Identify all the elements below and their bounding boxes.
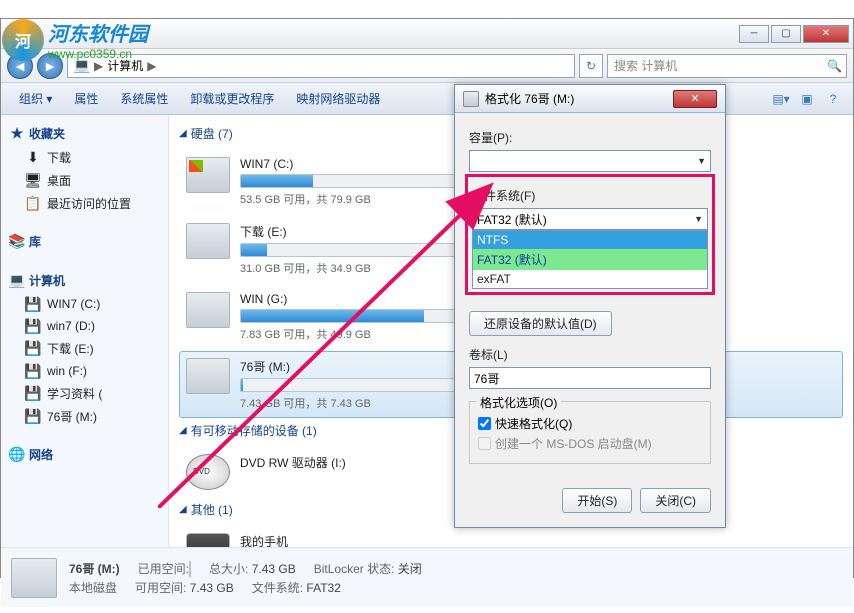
capacity-label: 容量(P): — [469, 129, 711, 146]
help-icon[interactable]: ? — [821, 87, 845, 111]
search-icon: 🔍 — [827, 59, 842, 73]
drive-icon: 💾 — [25, 318, 41, 334]
watermark-title: 河东软件园 — [48, 18, 148, 47]
dialog-close-button[interactable]: ✕ — [673, 90, 717, 108]
option-ntfs[interactable]: NTFS — [473, 231, 707, 249]
dialog-icon — [463, 91, 479, 107]
computer-icon: 💻 — [9, 273, 25, 289]
watermark-logo-icon: 河 — [2, 19, 44, 61]
format-options-group: 格式化选项(O) 快速格式化(Q) 创建一个 MS-DOS 启动盘(M) — [469, 401, 711, 464]
sidebar-item-recent[interactable]: 📋最近访问的位置 — [3, 192, 166, 215]
format-dialog: 格式化 76哥 (M:) ✕ 容量(P): ▼ 文件系统(F) FAT32 (默… — [454, 84, 726, 528]
volume-input[interactable] — [469, 367, 711, 389]
download-icon: ⬇ — [25, 150, 41, 166]
close-button[interactable]: 关闭(C) — [640, 488, 711, 513]
drive-icon: 💾 — [25, 296, 41, 312]
filesystem-label: 文件系统(F) — [472, 187, 708, 204]
view-options-icon[interactable]: ▤▾ — [769, 87, 793, 111]
used-space-bar — [189, 561, 191, 577]
option-fat32[interactable]: FAT32 (默认) — [473, 249, 707, 270]
favorites-header[interactable]: ★收藏夹 — [3, 121, 166, 146]
desktop-icon: 🖥 — [25, 173, 41, 189]
status-name: 76哥 (M:) — [69, 560, 120, 577]
volume-label: 卷标(L) — [469, 346, 711, 363]
sidebar-item-desktop[interactable]: 🖥桌面 — [3, 169, 166, 192]
libraries-header[interactable]: 📚库 — [3, 229, 166, 254]
library-icon: 📚 — [9, 234, 25, 250]
refresh-button[interactable]: ↻ — [579, 54, 603, 78]
drive-icon — [186, 157, 230, 193]
drive-item-phone[interactable]: 我的手机 系统文件夹 — [179, 526, 843, 547]
dialog-title: 格式化 76哥 (M:) — [485, 90, 574, 107]
msdos-checkbox[interactable]: 创建一个 MS-DOS 启动盘(M) — [478, 435, 702, 452]
minimize-button[interactable]: ─ — [739, 25, 769, 43]
status-bar: 76哥 (M:) 已用空间: 总大小: 7.43 GB BitLocker 状态… — [1, 547, 853, 607]
maximize-button[interactable]: ▢ — [771, 25, 801, 43]
capacity-bar — [240, 309, 460, 323]
computer-header[interactable]: 💻计算机 — [3, 268, 166, 293]
map-drive-button[interactable]: 映射网络驱动器 — [286, 86, 390, 111]
filesystem-dropdown: NTFS FAT32 (默认) exFAT — [472, 230, 708, 289]
drive-icon — [11, 558, 57, 598]
watermark: 河 河东软件园 www.pc0359.cn — [2, 18, 148, 61]
network-icon: 🌐 — [9, 447, 25, 463]
drive-icon: 💾 — [25, 409, 41, 425]
breadcrumb-sep: ▶ — [147, 59, 156, 73]
phone-icon — [186, 533, 230, 547]
capacity-select[interactable]: ▼ — [469, 150, 711, 172]
search-input[interactable]: 搜索 计算机 🔍 — [607, 54, 847, 78]
sidebar-drive-f[interactable]: 💾win (F:) — [3, 360, 166, 382]
status-type: 本地磁盘 — [69, 579, 117, 596]
sidebar-item-downloads[interactable]: ⬇下载 — [3, 146, 166, 169]
options-legend: 格式化选项(O) — [476, 394, 561, 411]
collapse-icon: ◢ — [179, 425, 187, 436]
uninstall-button[interactable]: 卸载或更改程序 — [180, 86, 284, 111]
dialog-titlebar: 格式化 76哥 (M:) ✕ — [455, 85, 725, 113]
capacity-bar — [240, 174, 460, 188]
drive-icon: 💾 — [25, 386, 41, 402]
chevron-down-icon: ▼ — [697, 156, 706, 166]
drive-icon — [186, 292, 230, 328]
drive-icon — [186, 358, 230, 394]
sidebar: ★收藏夹 ⬇下载 🖥桌面 📋最近访问的位置 📚库 💻计算机 💾WIN7 (C:)… — [1, 115, 169, 547]
drive-name: 我的手机 — [240, 533, 836, 547]
sidebar-drive-d[interactable]: 💾win7 (D:) — [3, 315, 166, 337]
network-header[interactable]: 🌐网络 — [3, 442, 166, 467]
drive-icon: 💾 — [25, 363, 41, 379]
option-exfat[interactable]: exFAT — [473, 270, 707, 288]
drive-icon: 💾 — [25, 341, 41, 357]
sidebar-drive-study[interactable]: 💾学习资料 ( — [3, 382, 166, 405]
capacity-bar — [240, 243, 460, 257]
collapse-icon: ◢ — [179, 128, 187, 139]
close-button[interactable]: ✕ — [803, 25, 849, 43]
properties-button[interactable]: 属性 — [64, 86, 108, 111]
organize-menu[interactable]: 组织 ▾ — [9, 86, 62, 111]
filesystem-select[interactable]: FAT32 (默认) ▼ NTFS FAT32 (默认) exFAT — [472, 208, 708, 230]
quick-format-checkbox[interactable]: 快速格式化(Q) — [478, 415, 702, 432]
recent-icon: 📋 — [25, 196, 41, 212]
preview-pane-icon[interactable]: ▣ — [795, 87, 819, 111]
drive-icon — [186, 223, 230, 259]
system-properties-button[interactable]: 系统属性 — [110, 86, 178, 111]
chevron-down-icon: ▼ — [694, 214, 703, 224]
sidebar-drive-m[interactable]: 💾76哥 (M:) — [3, 405, 166, 428]
sidebar-drive-c[interactable]: 💾WIN7 (C:) — [3, 293, 166, 315]
sidebar-drive-e[interactable]: 💾下载 (E:) — [3, 337, 166, 360]
capacity-bar — [240, 378, 460, 392]
search-placeholder: 搜索 计算机 — [614, 57, 677, 74]
collapse-icon: ◢ — [179, 504, 187, 515]
dvd-icon — [186, 454, 230, 490]
filesystem-highlight: 文件系统(F) FAT32 (默认) ▼ NTFS FAT32 (默认) exF… — [465, 174, 715, 295]
star-icon: ★ — [9, 126, 25, 142]
restore-defaults-button[interactable]: 还原设备的默认值(D) — [469, 311, 612, 336]
watermark-url: www.pc0359.cn — [48, 47, 148, 61]
start-button[interactable]: 开始(S) — [562, 488, 632, 513]
